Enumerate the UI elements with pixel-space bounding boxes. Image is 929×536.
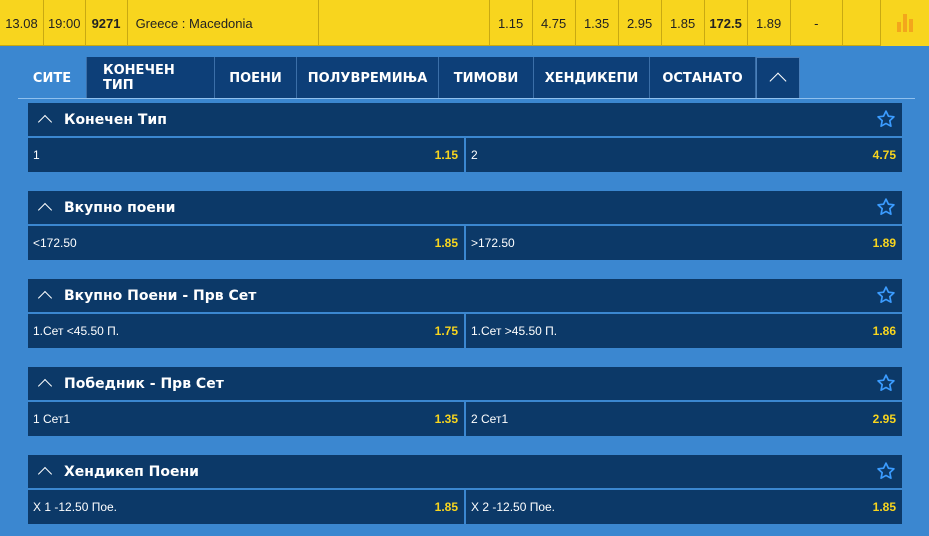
odd-button[interactable]: 2 Сет1 2.95 [466, 402, 902, 436]
chevron-up-icon [37, 466, 53, 482]
match-row[interactable]: 13.08 19:00 9271 Greece : Macedonia 1.15… [0, 0, 929, 46]
odd-button[interactable]: 1.Сет <45.50 П. 1.75 [28, 314, 464, 348]
odd-button[interactable]: 1 1.15 [28, 138, 464, 172]
odd-button[interactable]: X 2 -12.50 Пое. 1.85 [466, 490, 902, 524]
market-title: Конечен Тип [64, 111, 167, 128]
tab-halves[interactable]: ПОЛУВРЕМИЊА [297, 57, 439, 99]
match-code: 9271 [86, 0, 128, 46]
favorite-star-icon[interactable] [876, 285, 896, 305]
market-header[interactable]: Хендикеп Поени [28, 455, 902, 488]
odd-price: 4.75 [872, 148, 896, 162]
market-header[interactable]: Вкупно поени [28, 191, 902, 224]
market-block: Конечен Тип 1 1.15 2 4.75 [28, 103, 902, 172]
match-blank [843, 0, 882, 46]
odd-label: 2 [471, 148, 478, 162]
odd-price: 1.85 [872, 500, 896, 514]
tab-points[interactable]: ПОЕНИ [215, 57, 297, 99]
odd-price: 1.86 [872, 324, 896, 338]
odd-cell-1[interactable]: 1.15 [490, 0, 533, 46]
odd-label: 1 [33, 148, 40, 162]
tab-all[interactable]: СИТЕ [18, 57, 87, 99]
chevron-up-icon [37, 378, 53, 394]
favorite-star-icon[interactable] [876, 109, 896, 129]
odd-button[interactable]: X 1 -12.50 Пое. 1.85 [28, 490, 464, 524]
stats-button[interactable] [881, 0, 929, 46]
chevron-up-icon [37, 114, 53, 130]
odd-label: X 1 -12.50 Пое. [33, 500, 118, 514]
odd-label: 1.Сет <45.50 П. [33, 324, 120, 338]
bar-chart-icon [897, 14, 914, 32]
odd-button[interactable]: <172.50 1.85 [28, 226, 464, 260]
market-block: Вкупно поени <172.50 1.85 >172.50 1.89 [28, 191, 902, 260]
favorite-star-icon[interactable] [876, 373, 896, 393]
match-date: 13.08 [0, 0, 44, 46]
odd-label: <172.50 [33, 236, 77, 250]
odd-label: 2 Сет1 [471, 412, 509, 426]
tabs-divider [18, 98, 915, 99]
odd-button[interactable]: 1 Сет1 1.35 [28, 402, 464, 436]
chevron-up-icon [769, 72, 787, 90]
odd-cell-2[interactable]: 4.75 [533, 0, 576, 46]
odd-label: >172.50 [471, 236, 515, 250]
odd-cell-3[interactable]: 1.35 [576, 0, 619, 46]
market-block: Вкупно Поени - Прв Сет 1.Сет <45.50 П. 1.… [28, 279, 902, 348]
market-block: Хендикеп Поени X 1 -12.50 Пое. 1.85 X 2 -… [28, 455, 902, 524]
odd-price: 1.85 [434, 236, 458, 250]
odd-cell-4[interactable]: 2.95 [619, 0, 662, 46]
tab-final-type[interactable]: КОНЕЧЕН ТИП [87, 57, 215, 99]
market-title: Хендикеп Поени [64, 463, 199, 480]
market-title: Вкупно Поени - Прв Сет [64, 287, 257, 304]
market-header[interactable]: Победник - Прв Сет [28, 367, 902, 400]
tab-teams[interactable]: ТИМОВИ [439, 57, 534, 99]
odd-cell-5[interactable]: 1.85 [662, 0, 705, 46]
market-header[interactable]: Конечен Тип [28, 103, 902, 136]
odd-button[interactable]: 2 4.75 [466, 138, 902, 172]
market-title: Вкупно поени [64, 199, 176, 216]
odd-price: 1.75 [434, 324, 458, 338]
odd-price: 1.15 [434, 148, 458, 162]
tab-other[interactable]: ОСТАНАТО [650, 57, 756, 99]
odd-button[interactable]: 1.Сет >45.50 П. 1.86 [466, 314, 902, 348]
match-spacer [319, 0, 490, 46]
favorite-star-icon[interactable] [876, 461, 896, 481]
market-filter-tabs: СИТЕ КОНЕЧЕН ТИП ПОЕНИ ПОЛУВРЕМИЊА ТИМОВ… [18, 57, 800, 99]
odd-label: 1.Сет >45.50 П. [471, 324, 558, 338]
match-name[interactable]: Greece : Macedonia [128, 0, 320, 46]
odd-label: X 2 -12.50 Пое. [471, 500, 556, 514]
odd-button[interactable]: >172.50 1.89 [466, 226, 902, 260]
chevron-up-icon [37, 202, 53, 218]
market-header[interactable]: Вкупно Поени - Прв Сет [28, 279, 902, 312]
odd-cell-8[interactable]: - [791, 0, 844, 46]
market-block: Победник - Прв Сет 1 Сет1 1.35 2 Сет1 2.95 [28, 367, 902, 436]
odd-cell-6[interactable]: 172.5 [705, 0, 748, 46]
odd-price: 1.35 [434, 412, 458, 426]
chevron-up-icon [37, 290, 53, 306]
odd-cell-7[interactable]: 1.89 [748, 0, 791, 46]
odd-price: 1.89 [872, 236, 896, 250]
odd-label: 1 Сет1 [33, 412, 71, 426]
market-title: Победник - Прв Сет [64, 375, 224, 392]
odd-price: 1.85 [434, 500, 458, 514]
odd-price: 2.95 [872, 412, 896, 426]
match-time: 19:00 [44, 0, 86, 46]
tab-handicaps[interactable]: ХЕНДИКЕПИ [534, 57, 650, 99]
collapse-tabs-button[interactable] [756, 57, 800, 99]
favorite-star-icon[interactable] [876, 197, 896, 217]
